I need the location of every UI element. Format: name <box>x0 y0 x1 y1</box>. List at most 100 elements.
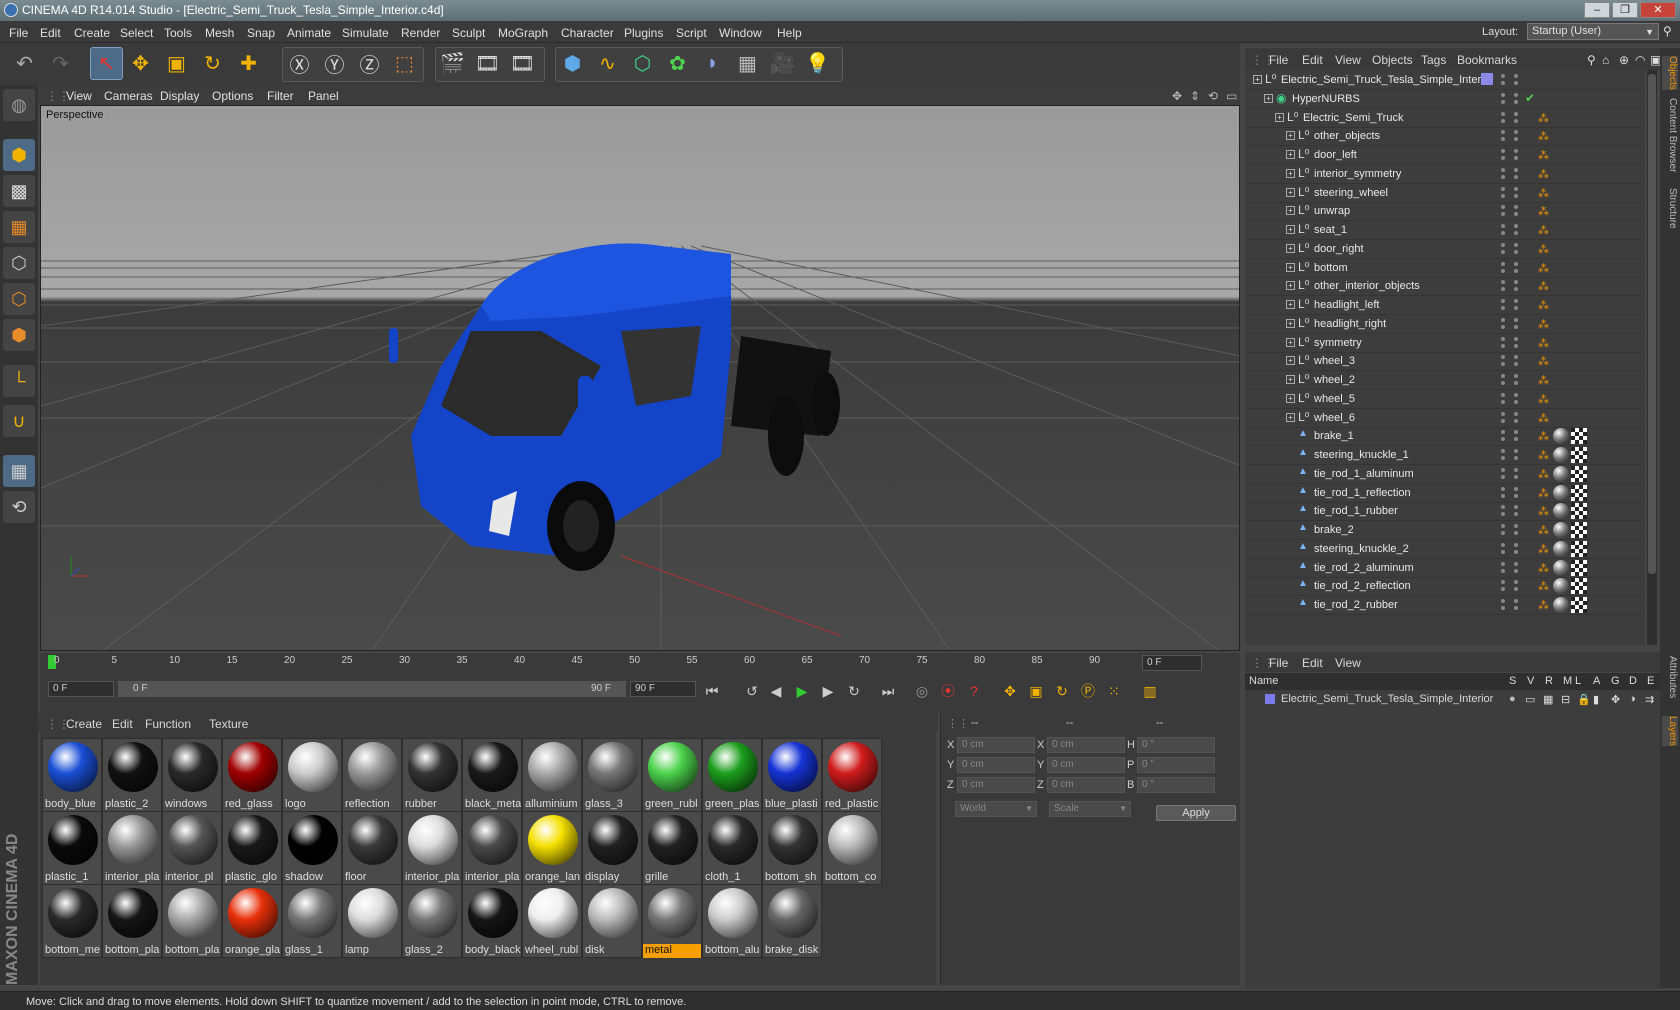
expand-toggle-icon[interactable]: + <box>1286 412 1295 422</box>
material-swatch[interactable]: orange_gla <box>222 884 282 958</box>
object-row[interactable]: ▲ tie_rod_2_aluminum ⁂ <box>1245 558 1645 578</box>
menu-script[interactable]: Script <box>676 26 707 40</box>
material-swatch[interactable]: reflection <box>342 738 402 812</box>
mat-menu-create[interactable]: Create <box>66 717 102 731</box>
uvw-tag-icon[interactable] <box>1571 597 1587 613</box>
expand-toggle-icon[interactable]: + <box>1286 281 1295 291</box>
render-dots-icon[interactable] <box>1511 486 1521 500</box>
object-name[interactable]: other_interior_objects <box>1314 280 1420 292</box>
object-name[interactable]: HyperNURBS <box>1292 93 1360 105</box>
layer-generator-icon[interactable]: ✥ <box>1611 693 1620 706</box>
coord-field-cv[interactable]: 0 ° <box>1137 777 1215 793</box>
snap-icon[interactable]: ⟲ <box>3 491 35 523</box>
material-tag-icon[interactable] <box>1553 465 1569 482</box>
render-dots-icon[interactable] <box>1511 111 1521 125</box>
obj-menu-edit[interactable]: Edit <box>1302 53 1323 67</box>
texture-mode-icon[interactable]: ▩ <box>3 175 35 207</box>
pan-view-icon[interactable]: ✥ <box>1172 89 1182 103</box>
visibility-dots-icon[interactable] <box>1498 129 1508 143</box>
visibility-dots-icon[interactable] <box>1498 261 1508 275</box>
visibility-dots-icon[interactable] <box>1498 317 1508 331</box>
material-swatch[interactable]: red_plastic <box>822 738 882 812</box>
phong-tag-icon[interactable]: ⁂ <box>1538 580 1550 593</box>
render-dots-icon[interactable] <box>1511 223 1521 237</box>
layer-render-icon[interactable]: ▦ <box>1543 693 1553 706</box>
render-dots-icon[interactable] <box>1511 279 1521 293</box>
phong-tag-icon[interactable]: ⁂ <box>1538 168 1550 181</box>
object-name[interactable]: door_left <box>1314 149 1357 161</box>
object-name[interactable]: tie_rod_2_rubber <box>1314 599 1398 611</box>
visibility-dots-icon[interactable] <box>1498 298 1508 312</box>
vp-menu-view[interactable]: View <box>66 89 92 103</box>
render-settings-icon[interactable]: 🎞 <box>506 47 539 80</box>
phong-tag-icon[interactable]: ⁂ <box>1538 374 1550 387</box>
goto-start-icon[interactable]: ⏮ <box>698 677 726 705</box>
maximize-view-icon[interactable]: ▭ <box>1226 89 1237 103</box>
menu-render[interactable]: Render <box>401 26 440 40</box>
material-swatch[interactable]: interior_pla <box>102 811 162 885</box>
layer-color-swatch[interactable] <box>1265 694 1275 704</box>
phong-tag-icon[interactable]: ⁂ <box>1538 524 1550 537</box>
phong-tag-icon[interactable]: ⁂ <box>1538 430 1550 443</box>
timeline-ruler[interactable]: 0 F 0 5 10 15 20 25 30 35 40 45 50 55 60 65 70 75 80 85 90 <box>40 653 1240 673</box>
uvw-tag-icon[interactable] <box>1571 465 1587 482</box>
object-row[interactable]: ▲ tie_rod_1_aluminum ⁂ <box>1245 464 1645 484</box>
visibility-dots-icon[interactable] <box>1498 354 1508 368</box>
uvw-tag-icon[interactable] <box>1571 447 1587 463</box>
visibility-dots-icon[interactable] <box>1498 542 1508 556</box>
phong-tag-icon[interactable]: ⁂ <box>1538 562 1550 575</box>
material-swatch[interactable]: lamp <box>342 884 402 958</box>
layer-lock-icon[interactable]: 🔒 <box>1577 693 1591 706</box>
layer-solo-icon[interactable]: ● <box>1509 693 1516 705</box>
camera-icon[interactable]: 🎥 <box>766 47 799 80</box>
object-row[interactable]: + L⁰ steering_wheel ⁂ <box>1245 183 1645 203</box>
object-name[interactable]: interior_symmetry <box>1314 168 1401 180</box>
material-tag-icon[interactable] <box>1553 447 1569 463</box>
move-tool-icon[interactable]: ✥ <box>124 47 157 80</box>
phong-tag-icon[interactable]: ⁂ <box>1538 149 1550 162</box>
menu-snap[interactable]: Snap <box>247 26 275 40</box>
menu-tools[interactable]: Tools <box>164 26 192 40</box>
phong-tag-icon[interactable]: ⁂ <box>1538 543 1550 556</box>
object-name[interactable]: seat_1 <box>1314 224 1347 236</box>
render-dots-icon[interactable] <box>1511 579 1521 593</box>
obj-menu-bookmarks[interactable]: Bookmarks <box>1457 53 1517 67</box>
material-swatch[interactable]: interior_pla <box>462 811 522 885</box>
render-dots-icon[interactable] <box>1511 298 1521 312</box>
tab-structure[interactable]: Structure <box>1662 188 1678 229</box>
object-name[interactable]: unwrap <box>1314 205 1350 217</box>
phong-tag-icon[interactable]: ⁂ <box>1538 262 1550 275</box>
help-record-icon[interactable]: ? <box>960 677 988 705</box>
next-key-icon[interactable]: ↻ <box>840 677 868 705</box>
object-name[interactable]: steering_wheel <box>1314 187 1388 199</box>
redo-icon[interactable]: ↷ <box>44 47 77 80</box>
material-swatch[interactable]: bottom_sh <box>762 811 822 885</box>
object-row[interactable]: + L⁰ door_right ⁂ <box>1245 239 1645 259</box>
render-dots-icon[interactable] <box>1511 204 1521 218</box>
material-swatch[interactable]: glass_3 <box>582 738 642 812</box>
object-name[interactable]: bottom <box>1314 262 1348 274</box>
material-swatch[interactable]: wheel_rubl <box>522 884 582 958</box>
object-row[interactable]: + L⁰ wheel_3 ⁂ <box>1245 351 1645 372</box>
layer-col-r[interactable]: R <box>1545 675 1553 687</box>
visibility-dots-icon[interactable] <box>1498 242 1508 256</box>
render-picture-viewer-icon[interactable]: 🎞 <box>471 47 504 80</box>
render-dots-icon[interactable] <box>1511 523 1521 537</box>
enabled-check-icon[interactable]: ✔ <box>1525 91 1535 105</box>
home-icon[interactable]: ⌂ <box>1602 53 1609 67</box>
mat-menu-texture[interactable]: Texture <box>209 717 248 731</box>
render-dots-icon[interactable] <box>1511 167 1521 181</box>
object-row[interactable]: ▲ brake_1 ⁂ <box>1245 426 1645 447</box>
render-dots-icon[interactable] <box>1511 561 1521 575</box>
material-swatch[interactable]: logo <box>282 738 342 812</box>
maximize-button[interactable]: ❐ <box>1612 2 1638 18</box>
material-tag-icon[interactable] <box>1553 540 1569 557</box>
layer-visible-icon[interactable]: ▭ <box>1525 693 1535 706</box>
layer-col-s[interactable]: S <box>1509 675 1516 687</box>
material-swatch[interactable]: green_rubl <box>642 738 702 812</box>
object-name[interactable]: Electric_Semi_Truck_Tesla_Simple_Interio… <box>1281 74 1493 86</box>
render-dots-icon[interactable] <box>1511 448 1521 462</box>
array-icon[interactable]: ✿ <box>661 47 694 80</box>
expand-toggle-icon[interactable]: + <box>1286 131 1295 141</box>
material-swatch[interactable]: bottom_alu <box>702 884 762 958</box>
